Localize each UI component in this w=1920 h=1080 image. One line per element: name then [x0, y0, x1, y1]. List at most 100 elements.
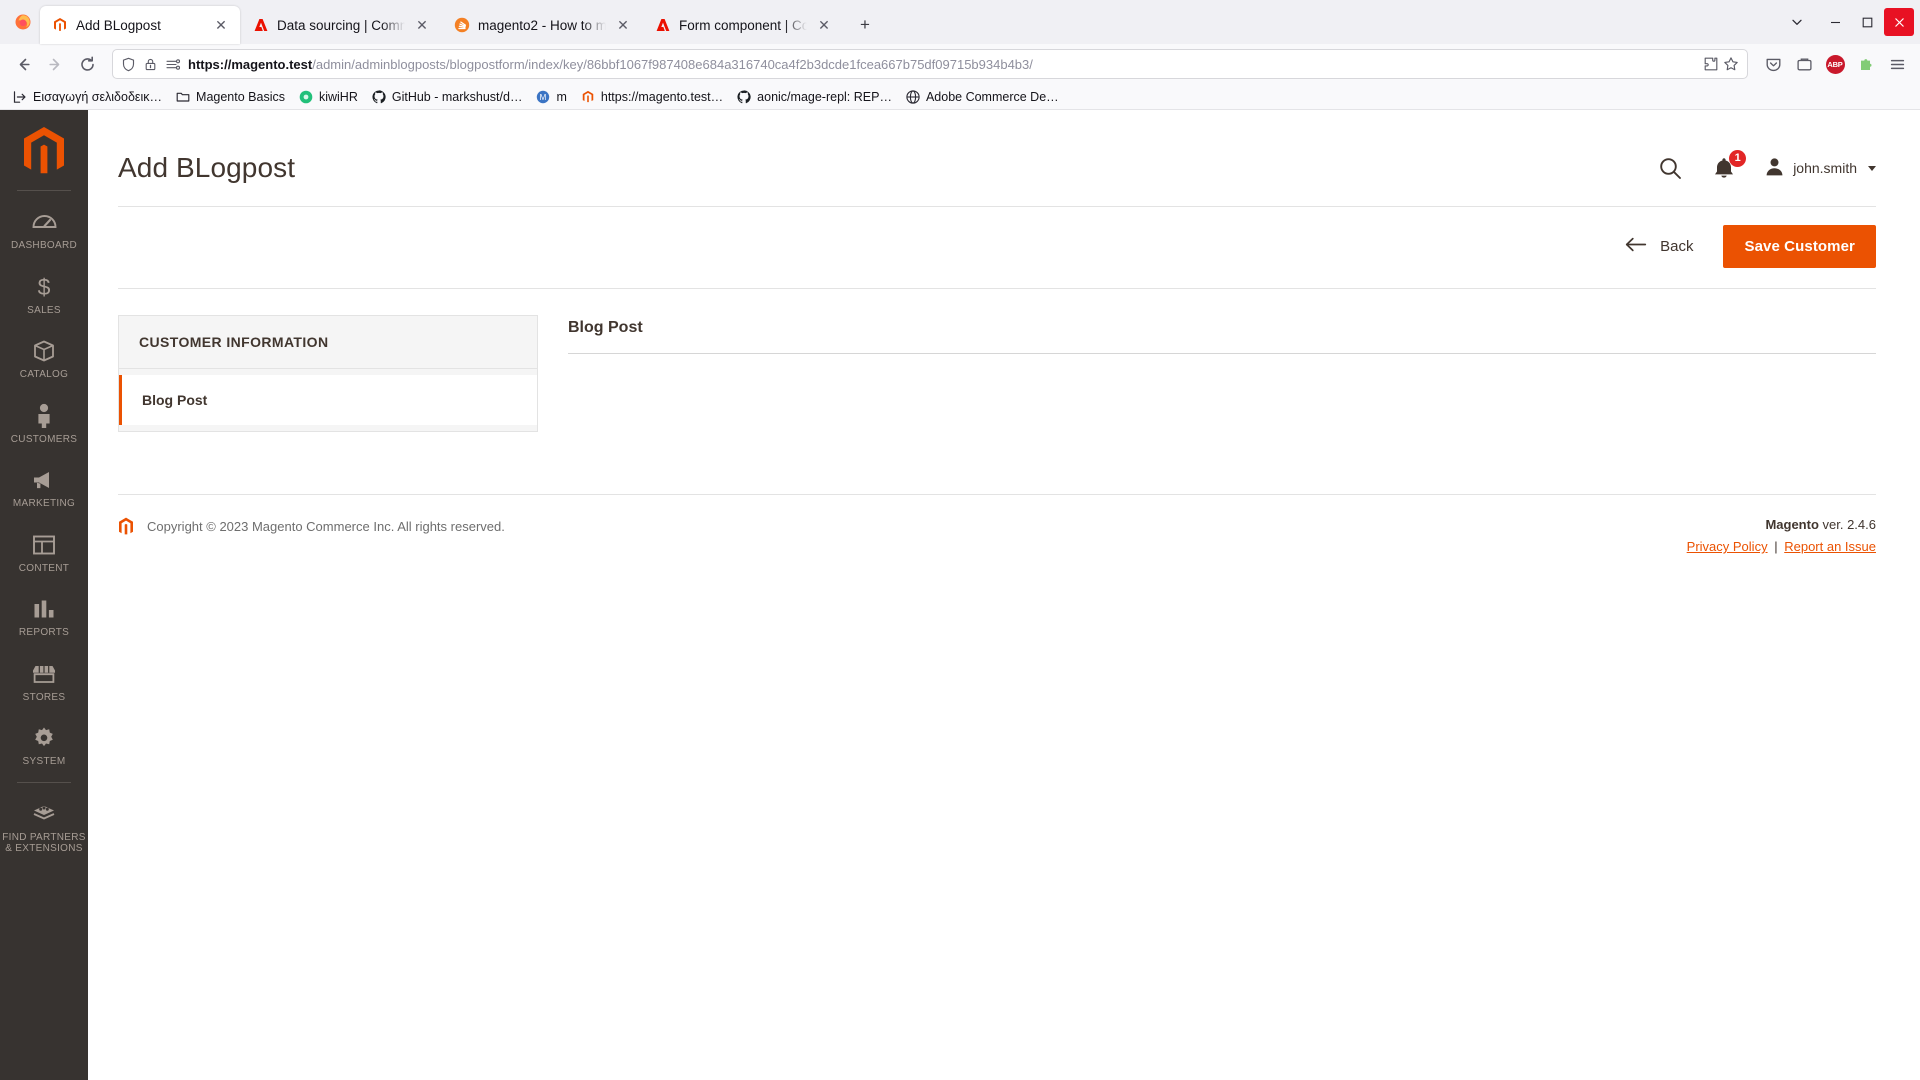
window-close-icon[interactable] [1884, 8, 1914, 36]
kiwihr-icon [299, 90, 313, 104]
magento-favicon-icon [52, 17, 68, 33]
address-bar[interactable]: https://magento.test/admin/adminblogpost… [112, 49, 1748, 79]
close-icon[interactable]: ✕ [413, 16, 431, 34]
back-button[interactable]: Back [1619, 233, 1699, 260]
sidebar-item-catalog[interactable]: Catalog [0, 326, 88, 391]
maximize-icon[interactable] [1852, 8, 1882, 36]
reload-icon[interactable] [72, 49, 102, 79]
magento-footer-icon [118, 517, 134, 536]
adobe-favicon-icon [253, 17, 269, 33]
extensions-icon[interactable] [1703, 56, 1719, 72]
box-icon [2, 338, 86, 364]
save-customer-button[interactable]: Save Customer [1723, 225, 1876, 268]
sidebar-item-dashboard[interactable]: Dashboard [0, 197, 88, 262]
list-all-tabs-icon[interactable] [1782, 8, 1812, 36]
magento-icon [581, 90, 595, 104]
magento-admin: Dashboard $ Sales Catalog Customers Mark… [0, 110, 1920, 1080]
sidebar-item-customers[interactable]: Customers [0, 391, 88, 456]
lock-warning-icon[interactable] [143, 57, 158, 72]
adblock-plus-icon[interactable]: ABP [1820, 49, 1850, 79]
bookmark-magento-test[interactable]: https://magento.test… [574, 87, 730, 107]
browser-tab-3[interactable]: magento2 - How to make cu ✕ [442, 6, 642, 44]
import-icon [13, 90, 27, 104]
sidebar-item-sales[interactable]: $ Sales [0, 262, 88, 327]
adobe-favicon-icon [655, 17, 671, 33]
magento-logo[interactable] [22, 126, 66, 178]
sidebar-item-reports[interactable]: Reports [0, 584, 88, 649]
extension-puzzle-icon[interactable] [1851, 49, 1881, 79]
page-actions-bar: Back Save Customer [118, 206, 1876, 289]
sidebar-divider [17, 190, 71, 191]
browser-chrome: Add BLogpost ✕ Data sourcing | Commerce … [0, 0, 1920, 110]
sidebar-item-label: Stores [22, 691, 66, 703]
url-domain: https://magento.test [188, 56, 313, 72]
shield-icon[interactable] [121, 57, 136, 72]
header-actions: 1 john.smith [1658, 149, 1876, 181]
minimize-icon[interactable] [1820, 8, 1850, 36]
app-menu-icon[interactable] [1882, 49, 1912, 79]
bookmark-label: Adobe Commerce De… [925, 89, 1059, 104]
github-icon [737, 89, 751, 104]
close-icon[interactable]: ✕ [614, 16, 632, 34]
url-text[interactable]: https://magento.test/admin/adminblogpost… [188, 57, 1696, 72]
close-icon[interactable]: ✕ [212, 16, 230, 34]
sidebar-item-find-partners[interactable]: Find Partners & Extensions [0, 789, 88, 865]
blog-post-form-panel: Blog Post [568, 315, 1876, 432]
privacy-policy-link[interactable]: Privacy Policy [1687, 539, 1768, 554]
dashboard-icon [2, 209, 86, 235]
page-title: Add BLogpost [118, 152, 296, 183]
browser-tab-4[interactable]: Form component | Commerc ✕ [643, 6, 843, 44]
storefront-icon [2, 661, 86, 687]
bookmark-adobe-commerce[interactable]: Adobe Commerce De… [899, 87, 1066, 107]
footer-link-divider: | [1774, 539, 1778, 554]
browser-tab-1[interactable]: Add BLogpost ✕ [40, 6, 240, 44]
sidebar-item-label: Catalog [19, 369, 69, 380]
navigation-toolbar: https://magento.test/admin/adminblogpost… [0, 44, 1920, 84]
browser-tab-2[interactable]: Data sourcing | Commerce F ✕ [241, 6, 441, 44]
notifications-button[interactable]: 1 [1713, 149, 1747, 180]
back-icon[interactable] [8, 49, 38, 79]
stackoverflow-favicon-icon [454, 17, 470, 33]
back-button-label: Back [1660, 238, 1694, 255]
sidebar-item-content[interactable]: Content [0, 520, 88, 585]
bookmark-aonic-mage-repl[interactable]: aonic/mage-repl: REP… [730, 87, 899, 107]
sidebar-item-label: System [22, 756, 66, 767]
sidebar-divider-2 [17, 781, 71, 783]
bookmark-magento-basics[interactable]: Magento Basics [169, 87, 292, 107]
panel-tab-blog-post[interactable]: Blog Post [119, 375, 537, 425]
version-text: ver. 2.4.6 [1822, 517, 1876, 532]
footer-meta: Magento ver. 2.4.6 Privacy Policy | Repo… [1687, 517, 1876, 554]
sidebar-item-stores[interactable]: Stores [0, 649, 88, 714]
copyright-block: Copyright © 2023 Magento Commerce Inc. A… [118, 517, 505, 536]
tab-title: magento2 - How to make cu [478, 17, 606, 33]
user-menu[interactable]: john.smith [1765, 157, 1876, 179]
admin-sidebar: Dashboard $ Sales Catalog Customers Mark… [0, 110, 88, 1080]
arrow-left-icon [1625, 237, 1647, 256]
container-tabs-icon[interactable] [1789, 49, 1819, 79]
close-icon[interactable]: ✕ [815, 16, 833, 34]
bookmark-label: Magento Basics [196, 89, 285, 104]
sidebar-item-system[interactable]: System [0, 713, 88, 778]
bar-chart-icon [2, 596, 86, 622]
sidebar-item-label: Dashboard [10, 240, 78, 251]
report-issue-link[interactable]: Report an Issue [1784, 539, 1876, 554]
bookmark-import[interactable]: Εισαγωγή σελιδοδεικ… [6, 87, 169, 107]
bookmark-label: Εισαγωγή σελιδοδεικ… [33, 89, 163, 104]
bookmark-github-markshust[interactable]: GitHub - markshust/d… [365, 87, 530, 107]
bookmark-kiwihr[interactable]: kiwiHR [292, 87, 365, 107]
new-tab-button[interactable]: + [850, 10, 880, 40]
bookmark-label: https://magento.test… [600, 89, 724, 104]
search-icon[interactable] [1658, 156, 1683, 181]
admin-main: Add BLogpost 1 john.smith Back Save Cust… [88, 110, 1920, 1080]
bookmark-star-icon[interactable] [1723, 56, 1739, 72]
bookmark-label: aonic/mage-repl: REP… [757, 89, 892, 104]
pocket-icon[interactable] [1758, 49, 1788, 79]
copyright-text: Copyright © 2023 Magento Commerce Inc. A… [147, 519, 505, 534]
adblock-badge: ABP [1825, 54, 1845, 74]
bookmark-label: kiwiHR [318, 89, 358, 104]
megaphone-icon [2, 467, 86, 493]
tracking-protection-icon[interactable] [165, 57, 181, 72]
bookmark-m[interactable]: M m [529, 87, 573, 107]
sidebar-item-marketing[interactable]: Marketing [0, 455, 88, 520]
page-content: Customer Information Blog Post Blog Post [88, 289, 1920, 432]
